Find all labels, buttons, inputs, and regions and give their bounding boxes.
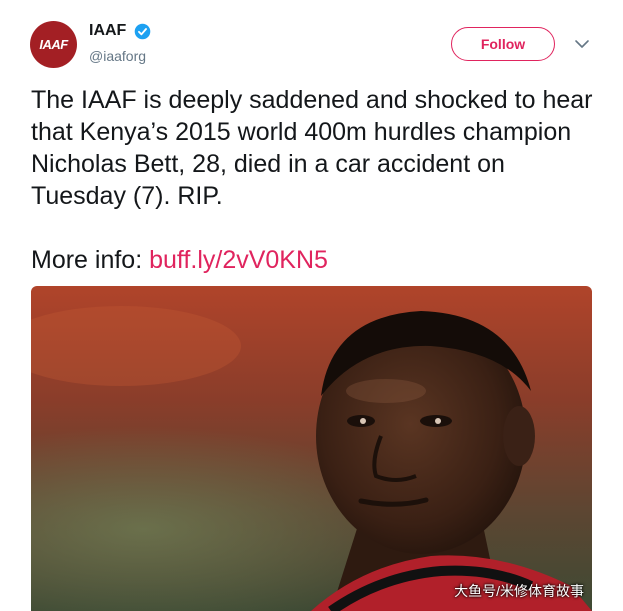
tweet-photo[interactable]: 大鱼号/米修体育故事 — [31, 286, 592, 611]
account-handle[interactable]: @iaaforg — [89, 48, 146, 64]
account-name[interactable]: IAAF — [89, 22, 126, 40]
tweet-text: The IAAF is deeply saddened and shocked … — [31, 86, 593, 210]
more-info-line: More info: buff.ly/2vV0KN5 — [31, 244, 328, 276]
tweet-link[interactable]: buff.ly/2vV0KN5 — [149, 246, 328, 274]
watermark: 大鱼号/米修体育故事 — [454, 583, 584, 599]
more-info-label: More info: — [31, 246, 143, 274]
verified-badge-icon — [134, 23, 151, 40]
athlete-photo-illustration — [31, 286, 592, 611]
iaaf-logo: IAAF — [39, 37, 68, 52]
follow-button[interactable]: Follow — [451, 27, 555, 61]
chevron-down-icon[interactable] — [574, 38, 590, 50]
avatar[interactable]: IAAF — [30, 21, 77, 68]
